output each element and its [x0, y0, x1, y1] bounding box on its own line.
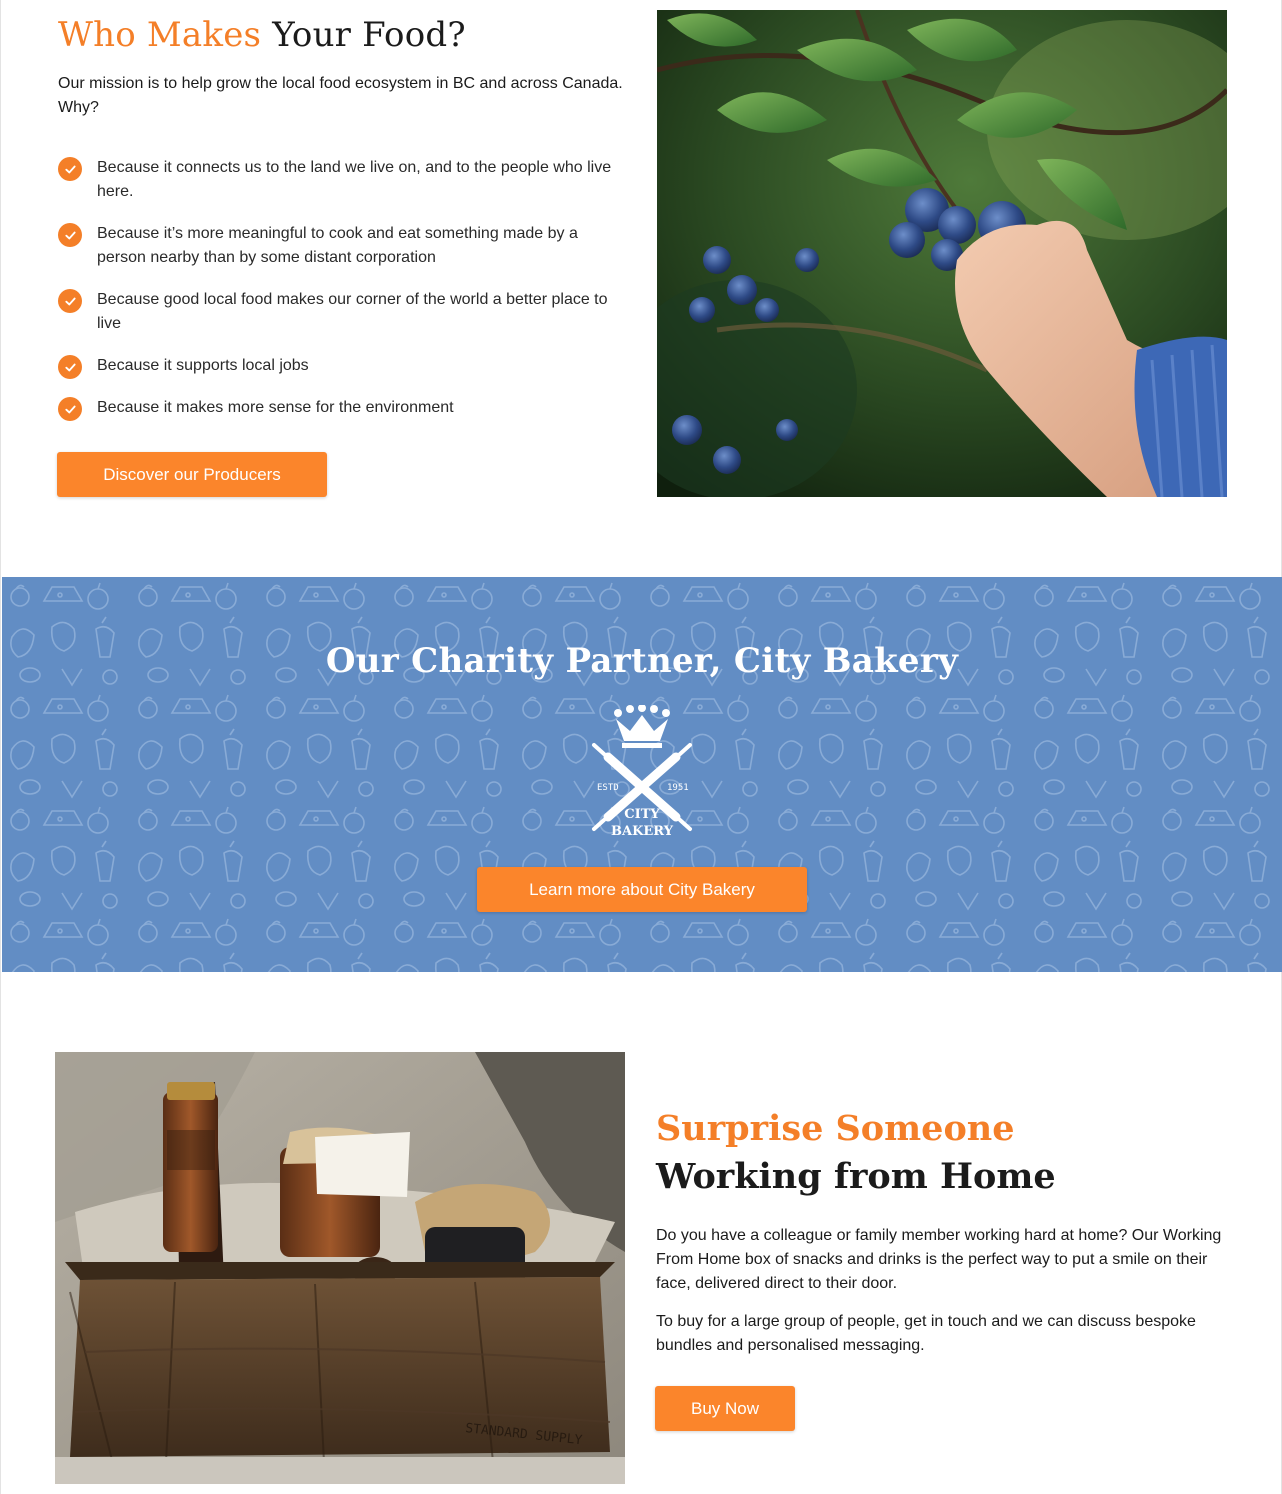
reason-text: Because good local food makes our corner…: [97, 291, 608, 332]
city-bakery-logo: ESTD 1951 CITY BAKERY: [588, 704, 696, 840]
check-icon: [58, 223, 82, 247]
check-icon: [58, 397, 82, 421]
list-item: Because good local food makes our corner…: [58, 288, 623, 336]
charity-title: Our Charity Partner, City Bakery: [325, 641, 959, 681]
check-icon: [58, 157, 82, 181]
reasons-list: Because it connects us to the land we li…: [58, 156, 623, 438]
blueberry-picking-photo: [657, 10, 1227, 497]
buy-now-button[interactable]: Buy Now: [655, 1386, 795, 1431]
list-item: Because it’s more meaningful to cook and…: [58, 222, 623, 270]
discover-producers-button[interactable]: Discover our Producers: [57, 452, 327, 497]
reason-text: Because it supports local jobs: [97, 357, 309, 374]
logo-year: 1951: [667, 783, 689, 793]
title-accent: Who Makes: [58, 15, 262, 55]
surprise-title-rest: Working from Home: [656, 1156, 1056, 1197]
surprise-title-accent: Surprise Someone: [656, 1108, 1015, 1149]
reason-text: Because it connects us to the land we li…: [97, 159, 612, 200]
logo-line2: BAKERY: [611, 824, 674, 839]
wfh-description: Do you have a colleague or family member…: [656, 1227, 1222, 1292]
blueberry-illustration: [657, 10, 1227, 497]
title-rest: Your Food?: [272, 15, 466, 55]
gift-box-photo: STANDARD SUPPLY: [55, 1052, 625, 1484]
mission-text: Our mission is to help grow the local fo…: [58, 75, 623, 116]
check-icon: [58, 355, 82, 379]
list-item: Because it supports local jobs: [58, 354, 623, 379]
check-icon: [58, 289, 82, 313]
who-makes-title: Who Makes Your Food?: [58, 14, 466, 56]
learn-more-city-bakery-button[interactable]: Learn more about City Bakery: [477, 867, 807, 912]
charity-section: Our Charity Partner, City Bakery ESTD 19…: [2, 577, 1282, 972]
list-item: Because it makes more sense for the envi…: [58, 396, 623, 421]
logo-line1: CITY: [624, 807, 660, 822]
crown-rolling-pin-icon: ESTD 1951 CITY BAKERY: [592, 704, 692, 839]
list-item: Because it connects us to the land we li…: [58, 156, 623, 204]
group-order-text: To buy for a large group of people, get …: [656, 1313, 1196, 1354]
gift-box-illustration: STANDARD SUPPLY: [55, 1052, 625, 1484]
logo-estd: ESTD: [597, 783, 619, 793]
page: Who Makes Your Food? Our mission is to h…: [0, 0, 1282, 1494]
reason-text: Because it makes more sense for the envi…: [97, 399, 454, 416]
reason-text: Because it’s more meaningful to cook and…: [97, 225, 578, 266]
